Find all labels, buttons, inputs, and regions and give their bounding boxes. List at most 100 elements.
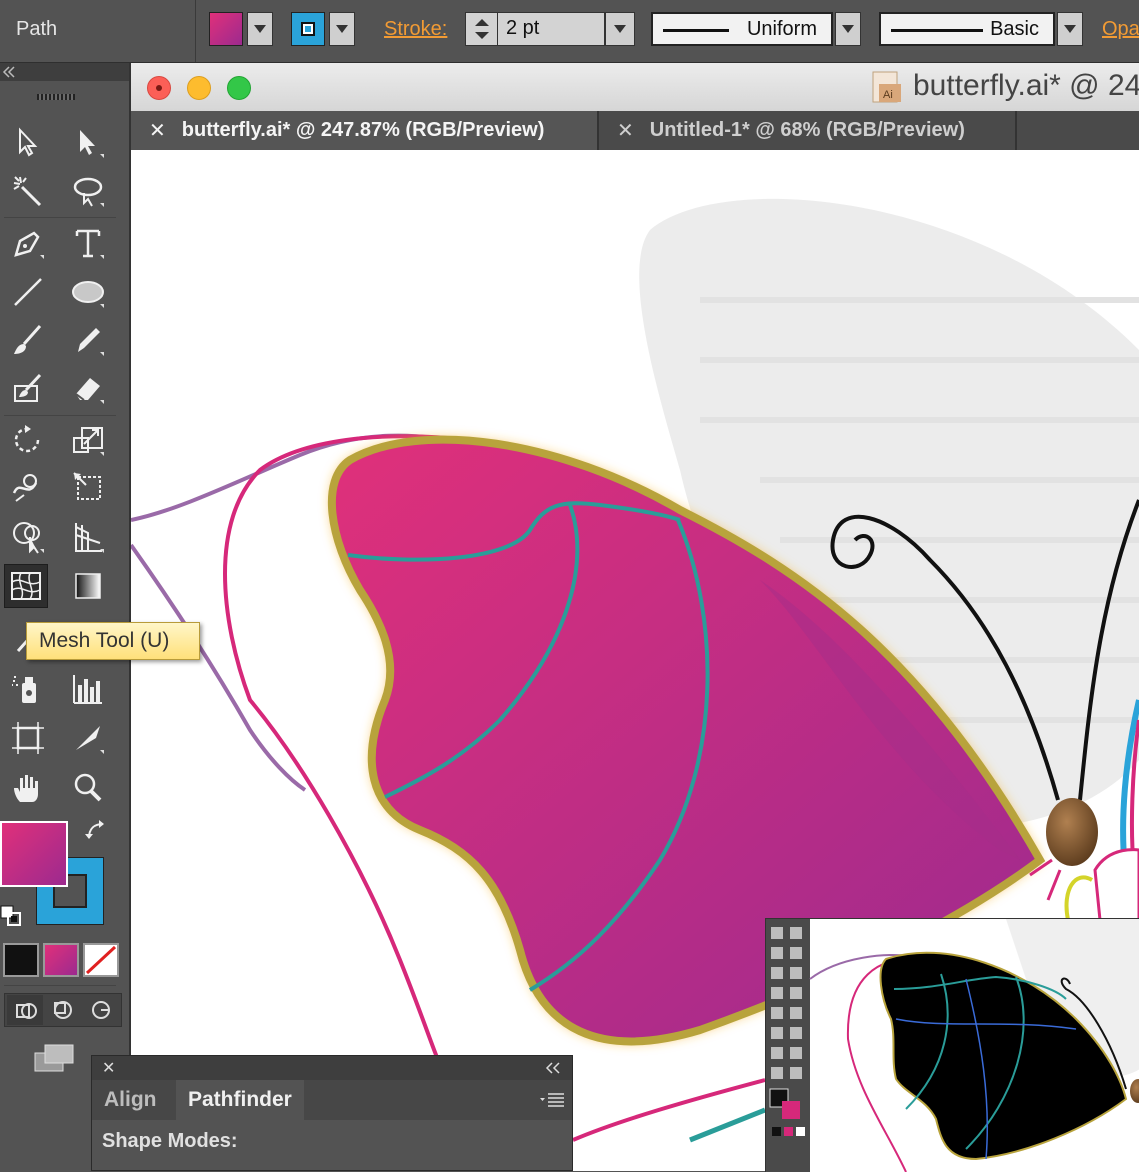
pen-tool[interactable] xyxy=(6,221,50,265)
lasso-tool[interactable] xyxy=(66,169,110,213)
bar-graph-icon xyxy=(73,675,102,704)
eraser-tool[interactable] xyxy=(66,366,110,410)
control-bar: Path Stroke: 2 pt Uniform Basic Opa xyxy=(0,0,1139,63)
magic-wand-icon xyxy=(13,176,42,207)
paintbrush-tool[interactable] xyxy=(6,318,50,362)
minimize-window-button[interactable] xyxy=(187,76,211,100)
mesh-tool[interactable] xyxy=(4,564,48,608)
hand-tool[interactable] xyxy=(6,766,50,810)
chevron-down-icon xyxy=(614,25,626,33)
shape-builder-tool[interactable] xyxy=(6,515,50,559)
outer-magenta-stroke xyxy=(572,1078,766,1142)
grip-handle[interactable] xyxy=(37,94,75,100)
draw-behind-button[interactable] xyxy=(45,995,81,1025)
none-slash-icon xyxy=(85,945,117,975)
warp-tool[interactable] xyxy=(6,465,50,509)
artboard-icon xyxy=(12,722,44,754)
hand-icon xyxy=(14,775,38,802)
brush-definition-select[interactable]: Basic xyxy=(879,12,1055,46)
close-panel-icon[interactable]: ✕ xyxy=(102,1058,115,1078)
paintbrush-icon xyxy=(14,325,42,354)
stroke-label-link[interactable]: Stroke: xyxy=(384,18,447,41)
draw-modes-group xyxy=(4,993,122,1027)
none-mode-button[interactable] xyxy=(83,943,119,977)
scale-tool[interactable] xyxy=(66,418,110,462)
slice-tool[interactable] xyxy=(66,716,110,760)
up-down-arrows-icon xyxy=(475,19,489,39)
svg-text:Ai: Ai xyxy=(883,89,893,101)
maximize-window-button[interactable] xyxy=(227,76,251,100)
tab-pathfinder[interactable]: Pathfinder xyxy=(176,1080,304,1120)
gradient-mode-button[interactable] xyxy=(43,943,79,977)
pathfinder-panel: ✕ Align Pathfinder Shape Modes: xyxy=(91,1055,573,1171)
tab-untitled[interactable]: ✕ Untitled-1* @ 68% (RGB/Preview) xyxy=(599,111,1015,150)
chevron-down-icon xyxy=(254,25,266,33)
color-mode-button[interactable] xyxy=(3,943,39,977)
type-tool[interactable] xyxy=(66,221,110,265)
ellipse-tool[interactable] xyxy=(66,270,110,314)
fill-color-box-front[interactable] xyxy=(0,821,68,887)
stroke-weight-stepper[interactable] xyxy=(465,12,499,46)
zoom-tool[interactable] xyxy=(66,766,110,810)
close-window-button[interactable] xyxy=(147,76,171,100)
fill-dropdown-button[interactable] xyxy=(247,12,273,46)
butterfly-body xyxy=(1046,798,1098,866)
draw-normal-button[interactable] xyxy=(7,995,43,1025)
profile-line-icon xyxy=(663,29,729,32)
stroke-weight-dropdown[interactable] xyxy=(605,12,635,46)
stroke-weight-field[interactable]: 2 pt xyxy=(497,12,605,46)
mesh-tool-tooltip: Mesh Tool (U) xyxy=(26,622,200,660)
column-graph-tool[interactable] xyxy=(66,667,110,711)
panel-header[interactable]: ✕ xyxy=(92,1056,572,1080)
tab-label: butterfly.ai* @ 247.87% (RGB/Preview) xyxy=(181,119,545,141)
scale-icon xyxy=(73,427,104,456)
tools-panel-header xyxy=(0,63,129,81)
divider xyxy=(195,0,196,62)
free-transform-icon xyxy=(73,472,101,500)
collapse-icon[interactable] xyxy=(2,65,16,79)
opacity-label-link[interactable]: Opa xyxy=(1102,18,1139,41)
gradient-tool[interactable] xyxy=(66,564,110,608)
brush-dropdown-button[interactable] xyxy=(1057,12,1083,46)
perspective-grid-icon xyxy=(75,523,104,553)
line-segment-tool[interactable] xyxy=(6,270,50,314)
selection-arrow-icon xyxy=(19,127,38,157)
lasso-icon xyxy=(73,177,104,207)
selection-tool[interactable] xyxy=(6,120,50,164)
pencil-tool[interactable] xyxy=(66,318,110,362)
screen-mode-icon[interactable] xyxy=(33,1043,77,1075)
document-tabs: ✕ butterfly.ai* @ 247.87% (RGB/Preview) … xyxy=(131,111,1139,150)
draw-inside-button[interactable] xyxy=(83,995,119,1025)
default-colors-icon[interactable] xyxy=(0,905,22,927)
stroke-swatch-button[interactable] xyxy=(291,12,325,46)
divider xyxy=(4,415,116,416)
profile-dropdown-button[interactable] xyxy=(835,12,861,46)
rotate-tool[interactable] xyxy=(6,418,50,462)
collapse-panel-icon[interactable] xyxy=(544,1061,562,1075)
selection-type-label: Path xyxy=(16,18,58,40)
symbol-sprayer-tool[interactable] xyxy=(6,667,50,711)
magic-wand-tool[interactable] xyxy=(6,169,50,213)
artboard-tool[interactable] xyxy=(6,716,50,760)
draw-inside-icon xyxy=(92,1001,110,1019)
direct-selection-tool[interactable] xyxy=(66,120,110,164)
free-transform-tool[interactable] xyxy=(66,465,110,509)
close-tab-icon[interactable]: ✕ xyxy=(149,118,166,143)
perspective-grid-tool[interactable] xyxy=(66,515,110,559)
window-titlebar[interactable]: Ai butterfly.ai* @ 24 xyxy=(131,63,1139,112)
brush-line-icon xyxy=(891,29,983,32)
tab-butterfly[interactable]: ✕ butterfly.ai* @ 247.87% (RGB/Preview) xyxy=(131,111,597,150)
blob-brush-icon xyxy=(14,373,42,402)
blob-brush-tool[interactable] xyxy=(6,366,50,410)
ellipse-icon xyxy=(72,281,104,308)
tab-align[interactable]: Align xyxy=(92,1080,169,1120)
variable-width-profile-select[interactable]: Uniform xyxy=(651,12,833,46)
pencil-icon xyxy=(78,328,104,356)
panel-menu-icon[interactable] xyxy=(538,1090,566,1110)
fill-swatch-button[interactable] xyxy=(209,12,243,46)
profile-label: Uniform xyxy=(746,18,817,40)
close-tab-icon[interactable]: ✕ xyxy=(617,118,634,143)
direct-selection-arrow-icon xyxy=(80,130,104,158)
swap-arrows-icon[interactable] xyxy=(83,818,109,844)
stroke-dropdown-button[interactable] xyxy=(329,12,355,46)
